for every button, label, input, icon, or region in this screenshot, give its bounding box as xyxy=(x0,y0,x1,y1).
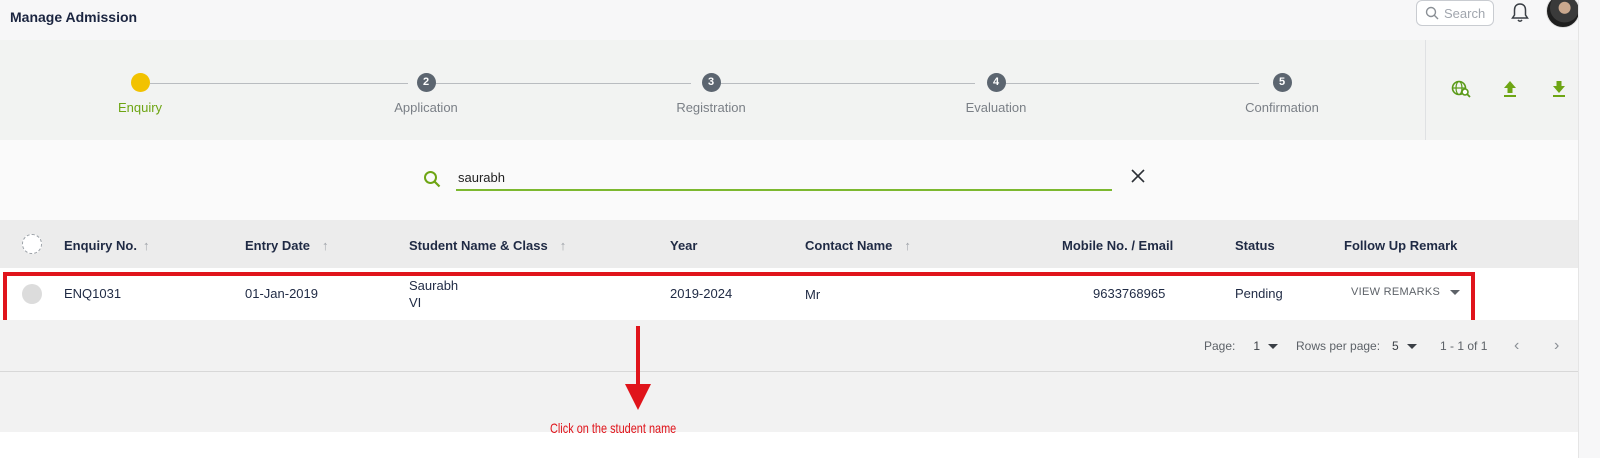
step-indicator xyxy=(130,73,150,92)
admission-stepper: Enquiry 2 Application 3 Registration 4 E… xyxy=(0,40,1425,140)
column-label: Enquiry No. xyxy=(64,238,137,253)
scrollbar[interactable] xyxy=(1578,0,1600,458)
column-label: Entry Date xyxy=(245,238,311,253)
step-label: Application xyxy=(394,100,458,115)
sort-arrow-icon: ↑ xyxy=(559,238,567,253)
step-label: Registration xyxy=(676,100,746,115)
column-header-year[interactable]: Year xyxy=(670,238,697,253)
page-selector[interactable]: Page: 1 xyxy=(1204,339,1279,353)
step-registration[interactable]: 3 Registration xyxy=(641,73,781,115)
filter-bar xyxy=(0,140,1578,220)
sort-arrow-icon: ↑ xyxy=(904,238,911,253)
step-label: Evaluation xyxy=(965,100,1027,115)
column-label: Contact Name xyxy=(805,238,893,253)
search-placeholder: Search xyxy=(1444,5,1486,21)
close-icon[interactable] xyxy=(1130,168,1146,184)
rows-per-page-selector[interactable]: Rows per page: 5 xyxy=(1296,339,1417,353)
globe-search-icon[interactable] xyxy=(1450,78,1472,100)
page: Manage Admission Search Enquiry 2 Applic… xyxy=(0,0,1600,458)
student-search-input[interactable] xyxy=(456,165,1112,191)
search-icon xyxy=(424,171,441,188)
rows-per-page-label: Rows per page: xyxy=(1296,339,1381,353)
step-label: Enquiry xyxy=(117,100,163,115)
sort-arrow-icon: ↑ xyxy=(142,238,150,253)
step-number: 5 xyxy=(1272,73,1292,92)
column-label: Student Name & Class xyxy=(409,238,548,253)
global-search-box[interactable]: Search xyxy=(1416,0,1494,26)
column-header-mobile-email[interactable]: Mobile No. / Email xyxy=(1062,238,1173,253)
admission-stepper-band: Enquiry 2 Application 3 Registration 4 E… xyxy=(0,40,1578,140)
column-header-student-name[interactable]: Student Name & Class ↑ xyxy=(409,238,566,253)
step-label: Confirmation xyxy=(1245,100,1319,115)
pagination-bar: Page: 1 Rows per page: 5 1 - 1 of 1 ‹ › xyxy=(0,320,1578,372)
column-header-follow-up-remark[interactable]: Follow Up Remark xyxy=(1344,238,1457,253)
column-header-entry-date[interactable]: Entry Date ↑ xyxy=(245,238,329,253)
top-header: Manage Admission Search xyxy=(0,0,1580,40)
page-label: Page: xyxy=(1204,339,1236,353)
select-all-checkbox[interactable] xyxy=(22,234,42,254)
table-header: Enquiry No. ↑ Entry Date ↑ Student Name & … xyxy=(0,220,1584,268)
sort-arrow-icon: ↑ xyxy=(322,238,329,253)
column-header-enquiry-no[interactable]: Enquiry No. ↑ xyxy=(64,238,149,253)
toolbar-divider xyxy=(1425,40,1426,140)
caret-down-icon xyxy=(1268,343,1279,349)
step-number: 3 xyxy=(701,73,721,92)
chevron-left-icon[interactable]: ‹ xyxy=(1514,337,1519,355)
page-value: 1 xyxy=(1253,339,1261,353)
column-label: Mobile No. / Email xyxy=(1062,238,1174,253)
content-footer xyxy=(0,372,1578,432)
column-label: Status xyxy=(1235,238,1275,253)
step-confirmation[interactable]: 5 Confirmation xyxy=(1212,73,1352,115)
step-number: 2 xyxy=(416,73,436,92)
annotation-caption: Click on the student name xyxy=(550,420,677,436)
column-label: Follow Up Remark xyxy=(1344,238,1458,253)
step-number: 4 xyxy=(986,73,1006,92)
annotation-arrow xyxy=(636,326,640,386)
caret-down-icon xyxy=(1406,343,1417,349)
column-header-contact-name[interactable]: Contact Name ↑ xyxy=(805,238,911,253)
annotation-arrow-head xyxy=(625,384,651,410)
page-title: Manage Admission xyxy=(10,9,138,25)
chevron-right-icon[interactable]: › xyxy=(1554,337,1559,355)
avatar[interactable] xyxy=(1546,0,1580,28)
download-icon[interactable] xyxy=(1548,78,1570,100)
column-header-status[interactable]: Status xyxy=(1235,238,1275,253)
step-application[interactable]: 2 Application xyxy=(356,73,496,115)
page-range: 1 - 1 of 1 xyxy=(1440,339,1488,353)
rows-per-page-value: 5 xyxy=(1392,339,1399,353)
step-evaluation[interactable]: 4 Evaluation xyxy=(926,73,1066,115)
bell-icon[interactable] xyxy=(1510,2,1530,24)
step-enquiry[interactable]: Enquiry xyxy=(70,73,210,115)
annotation-highlight-box xyxy=(3,272,1475,325)
upload-icon[interactable] xyxy=(1499,78,1521,100)
search-icon xyxy=(1425,6,1439,20)
column-label: Year xyxy=(670,238,698,253)
